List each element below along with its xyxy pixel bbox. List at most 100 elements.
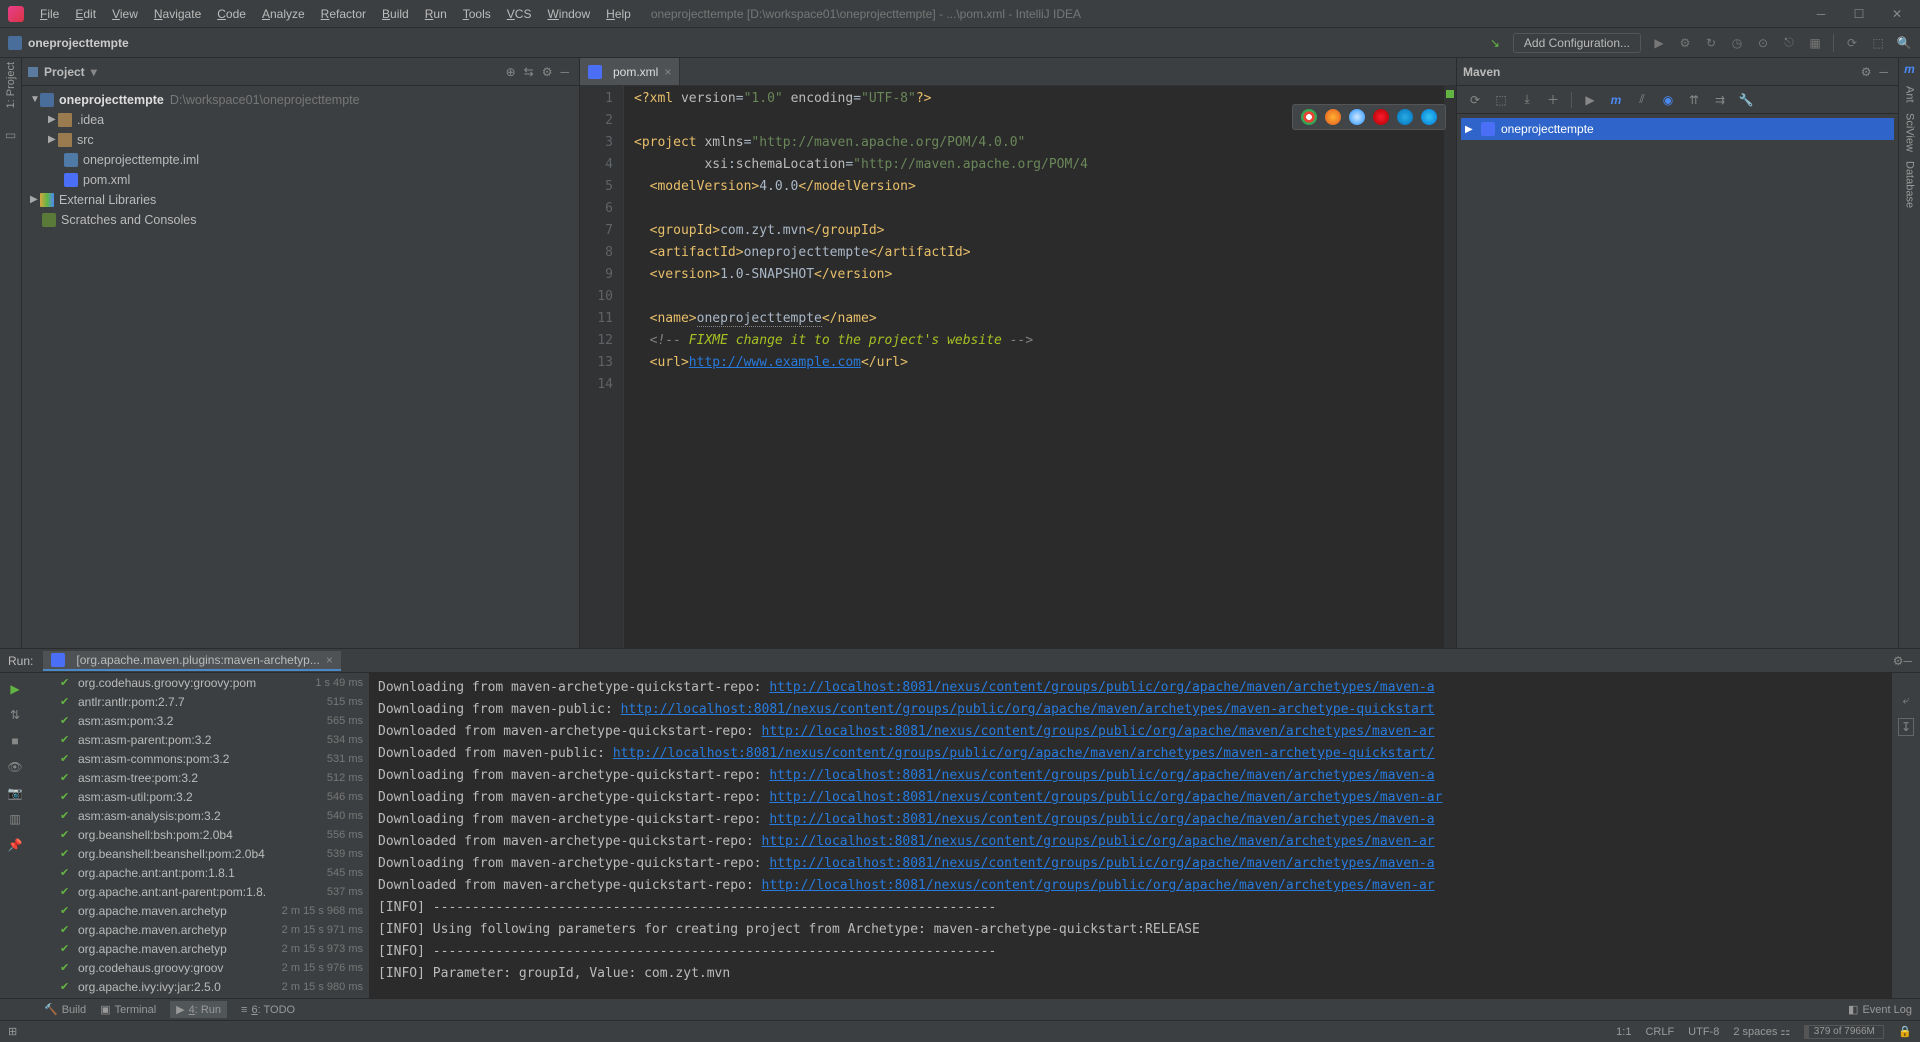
task-row[interactable]: ✔antlr:antlr:pom:2.7.7515 ms bbox=[30, 692, 369, 711]
task-row[interactable]: ✔asm:asm-analysis:pom:3.2540 ms bbox=[30, 806, 369, 825]
git-icon[interactable]: ⬚ bbox=[1870, 35, 1886, 51]
attach-icon[interactable]: ⎋ bbox=[1781, 35, 1797, 51]
stop-icon[interactable]: ■ bbox=[7, 733, 23, 749]
memory-indicator[interactable]: 379 of 7966M bbox=[1804, 1025, 1884, 1039]
project-view-selector[interactable]: Project ▾ bbox=[28, 65, 97, 79]
tree-external-libraries[interactable]: ▶ External Libraries bbox=[22, 190, 579, 210]
maven-tool-button[interactable]: m bbox=[1904, 62, 1915, 76]
rerun-icon[interactable]: ▶ bbox=[7, 681, 23, 697]
scroll-end-icon[interactable]: ↧ bbox=[1898, 718, 1914, 736]
file-encoding[interactable]: UTF-8 bbox=[1688, 1026, 1719, 1038]
build-tool-button[interactable]: 🔨 Build bbox=[44, 1003, 86, 1016]
menu-refactor[interactable]: Refactor bbox=[313, 3, 374, 25]
code-area[interactable]: <?xml version="1.0" encoding="UTF-8"?><p… bbox=[624, 86, 1444, 648]
ie-icon[interactable] bbox=[1397, 109, 1413, 125]
firefox-icon[interactable] bbox=[1325, 109, 1341, 125]
layout-icon[interactable]: ▦ bbox=[1807, 35, 1823, 51]
layout-icon[interactable]: ▥ bbox=[7, 811, 23, 827]
toggle-offline-icon[interactable]: ⫽ bbox=[1634, 92, 1650, 108]
editor-body[interactable]: 1234567891011121314 <?xml version="1.0" … bbox=[580, 86, 1456, 648]
safari-icon[interactable] bbox=[1349, 109, 1365, 125]
settings-icon[interactable]: ⚙ bbox=[1857, 63, 1876, 81]
menu-build[interactable]: Build bbox=[374, 3, 417, 25]
camera-icon[interactable]: 📷 bbox=[7, 785, 23, 801]
todo-tool-button[interactable]: ≡ 6: TODO bbox=[241, 1004, 295, 1016]
menu-file[interactable]: File bbox=[32, 3, 67, 25]
breadcrumb[interactable]: oneprojecttempte bbox=[28, 36, 129, 50]
menu-vcs[interactable]: VCS bbox=[499, 3, 540, 25]
menu-code[interactable]: Code bbox=[209, 3, 254, 25]
task-row[interactable]: ✔org.beanshell:bsh:pom:2.0b4556 ms bbox=[30, 825, 369, 844]
soft-wrap-icon[interactable]: ⤶ bbox=[1903, 693, 1910, 708]
tree-scratches[interactable]: Scratches and Consoles bbox=[22, 210, 579, 230]
maven-m-icon[interactable]: m bbox=[1608, 92, 1624, 108]
menu-view[interactable]: View bbox=[104, 3, 146, 25]
event-log-button[interactable]: ◧ Event Log bbox=[1848, 1003, 1912, 1016]
maximize-button[interactable]: ☐ bbox=[1850, 5, 1868, 23]
settings-icon[interactable]: ⚙ bbox=[1893, 654, 1904, 668]
maven-tree[interactable]: ▶ oneprojecttempte bbox=[1457, 114, 1898, 144]
tree-root[interactable]: ▼ oneprojecttempte D:\workspace01\onepro… bbox=[22, 90, 579, 110]
task-row[interactable]: ✔org.beanshell:beanshell:pom:2.0b4539 ms bbox=[30, 844, 369, 863]
ant-tool-button[interactable]: Ant bbox=[1904, 86, 1916, 103]
settings-icon[interactable]: ⚙ bbox=[538, 63, 557, 81]
task-row[interactable]: ✔asm:asm:pom:3.2565 ms bbox=[30, 711, 369, 730]
opera-icon[interactable] bbox=[1373, 109, 1389, 125]
editor-tab-pom[interactable]: pom.xml × bbox=[580, 58, 680, 85]
run-icon[interactable]: ▶ bbox=[1582, 92, 1598, 108]
stop-icon[interactable]: ⊙ bbox=[1755, 35, 1771, 51]
menu-edit[interactable]: Edit bbox=[67, 3, 104, 25]
task-row[interactable]: ✔asm:asm-util:pom:3.2546 ms bbox=[30, 787, 369, 806]
task-row[interactable]: ✔asm:asm-commons:pom:3.2531 ms bbox=[30, 749, 369, 768]
task-row[interactable]: ✔org.apache.ant:ant:pom:1.8.1545 ms bbox=[30, 863, 369, 882]
terminal-tool-button[interactable]: ▣ Terminal bbox=[100, 1003, 156, 1016]
pin-icon[interactable]: 📌 bbox=[7, 837, 23, 853]
menu-analyze[interactable]: Analyze bbox=[254, 3, 313, 25]
menu-run[interactable]: Run bbox=[417, 3, 455, 25]
tree-node-src[interactable]: ▶ src bbox=[22, 130, 579, 150]
close-tab-icon[interactable]: × bbox=[664, 65, 671, 79]
close-tab-icon[interactable]: × bbox=[326, 653, 333, 667]
show-deps-icon[interactable]: ⇉ bbox=[1712, 92, 1728, 108]
line-separator[interactable]: CRLF bbox=[1645, 1026, 1674, 1038]
project-tool-button[interactable]: 1: Project bbox=[5, 62, 17, 108]
minimize-button[interactable]: ─ bbox=[1812, 5, 1830, 23]
run-icon[interactable]: ▶ bbox=[1651, 35, 1667, 51]
task-row[interactable]: ✔org.codehaus.groovy:groovy:pom1 s 49 ms bbox=[30, 673, 369, 692]
download-icon[interactable]: ⤓ bbox=[1519, 92, 1535, 108]
run-task-list[interactable]: ✔org.codehaus.groovy:groovy:pom1 s 49 ms… bbox=[30, 673, 370, 998]
tree-node-iml[interactable]: oneprojecttempte.iml bbox=[22, 150, 579, 170]
indent-info[interactable]: 2 spaces ⚏ bbox=[1733, 1025, 1790, 1038]
collapse-all-icon[interactable]: ⇈ bbox=[1686, 92, 1702, 108]
menu-tools[interactable]: Tools bbox=[455, 3, 499, 25]
windows-icon[interactable]: ⊞ bbox=[8, 1025, 17, 1038]
build-icon[interactable]: ↘ bbox=[1487, 35, 1503, 51]
add-icon[interactable]: ＋ bbox=[1545, 92, 1561, 108]
maven-project-node[interactable]: ▶ oneprojecttempte bbox=[1461, 118, 1894, 140]
menu-help[interactable]: Help bbox=[598, 3, 639, 25]
toggle-skip-tests-icon[interactable]: ◉ bbox=[1660, 92, 1676, 108]
caret-position[interactable]: 1:1 bbox=[1616, 1026, 1631, 1038]
folder-icon[interactable]: ▭ bbox=[5, 128, 16, 142]
debug-icon[interactable]: ⚙ bbox=[1677, 35, 1693, 51]
chrome-icon[interactable] bbox=[1301, 109, 1317, 125]
menu-navigate[interactable]: Navigate bbox=[146, 3, 209, 25]
profile-icon[interactable]: ◷ bbox=[1729, 35, 1745, 51]
add-configuration-button[interactable]: Add Configuration... bbox=[1513, 33, 1641, 53]
run-tab[interactable]: [org.apache.maven.plugins:maven-archetyp… bbox=[43, 651, 340, 671]
update-icon[interactable]: ⟳ bbox=[1844, 35, 1860, 51]
wrench-icon[interactable]: 🔧 bbox=[1738, 92, 1754, 108]
task-row[interactable]: ✔org.apache.maven.archetyp2 m 15 s 971 m… bbox=[30, 920, 369, 939]
search-icon[interactable]: 🔍 bbox=[1896, 35, 1912, 51]
task-row[interactable]: ✔asm:asm-parent:pom:3.2534 ms bbox=[30, 730, 369, 749]
sciview-tool-button[interactable]: SciView bbox=[1904, 113, 1916, 152]
filter-icon[interactable]: ⇅ bbox=[7, 707, 23, 723]
locate-icon[interactable]: ⊕ bbox=[502, 63, 520, 81]
run-console[interactable]: Downloading from maven-archetype-quickst… bbox=[370, 673, 1892, 998]
task-row[interactable]: ✔org.apache.maven.archetyp2 m 15 s 968 m… bbox=[30, 901, 369, 920]
tree-node-pom[interactable]: pom.xml bbox=[22, 170, 579, 190]
hide-icon[interactable]: ─ bbox=[1875, 63, 1892, 81]
hide-icon[interactable]: ─ bbox=[1903, 654, 1912, 668]
close-button[interactable]: ✕ bbox=[1888, 5, 1906, 23]
project-tree[interactable]: ▼ oneprojecttempte D:\workspace01\onepro… bbox=[22, 86, 579, 648]
